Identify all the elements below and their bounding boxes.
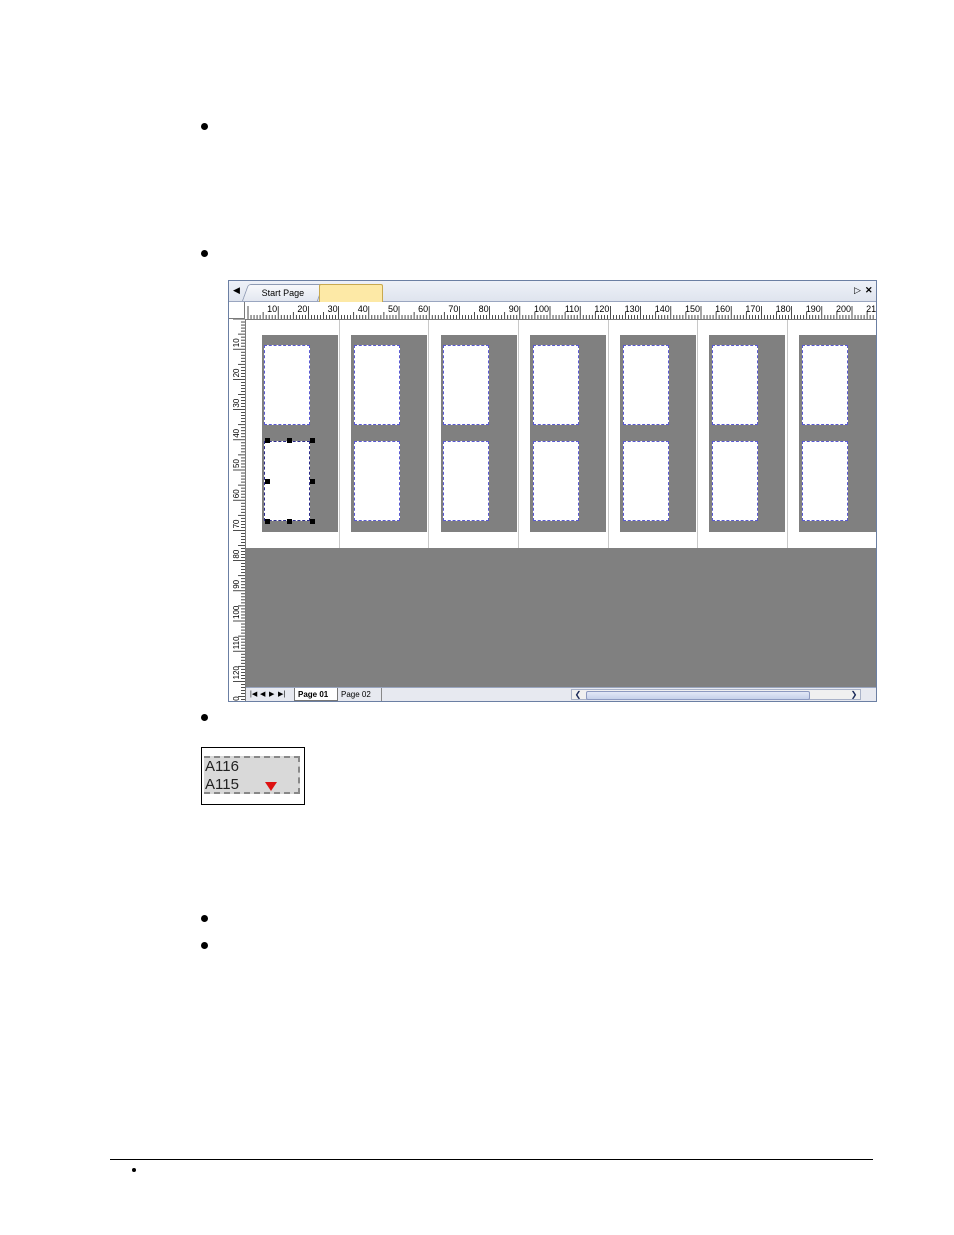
bullet-5 [201, 942, 208, 949]
resize-handle[interactable] [310, 438, 315, 443]
tab-active-document[interactable] [319, 284, 383, 302]
tab-page-02[interactable]: Page 02 [338, 688, 382, 701]
ruler-label: 190 [806, 304, 821, 314]
ruler-label: 40 [358, 304, 368, 314]
scroll-right-icon[interactable]: ❯ [848, 690, 860, 699]
tab-scroll-left-icon[interactable]: ◀ [233, 285, 240, 295]
ruler-label: 130 [625, 304, 640, 314]
vertical-ruler: 10 20 30 40 50 60 70 80 90 100 110 120 130 [229, 319, 246, 701]
page-area [246, 320, 876, 548]
ruler-label: 120 [232, 666, 241, 680]
ruler-label: 70 [232, 519, 241, 528]
ruler-label: 160 [715, 304, 730, 314]
ruler-label: 170 [745, 304, 760, 314]
label-box[interactable] [533, 441, 579, 521]
horizontal-ruler: 10 20 30 40 50 60 70 80 90 100 110 120 130 140 150 160 1… [245, 302, 876, 320]
label-box[interactable] [443, 441, 489, 521]
ruler-label: 30 [328, 304, 338, 314]
label-box[interactable] [354, 345, 400, 425]
column-separator [787, 320, 788, 548]
tab-scroll-right-icon[interactable]: ▷ [854, 285, 861, 295]
inset-text-line-1: A116 [205, 758, 239, 775]
ruler-label: 110 [565, 304, 579, 314]
ruler-label: 140 [655, 304, 670, 314]
label-box[interactable] [802, 345, 848, 425]
horizontal-scrollbar[interactable]: ❮ ❯ [571, 689, 861, 700]
ruler-label: 60 [418, 304, 428, 314]
ruler-label: 80 [479, 304, 489, 314]
ruler-label: 100 [232, 605, 241, 619]
zoomed-label-inset: A116 A115 [201, 747, 305, 805]
resize-handle[interactable] [287, 519, 292, 524]
tab-start-page[interactable]: Start Page [241, 284, 325, 301]
ruler-corner [229, 302, 245, 319]
resize-handle[interactable] [310, 479, 315, 484]
footer-rule [110, 1159, 873, 1160]
label-box[interactable] [623, 441, 669, 521]
column-separator [518, 320, 519, 548]
last-page-icon[interactable]: ▶| [278, 690, 285, 699]
bullet-2 [201, 250, 208, 257]
document-tab-bar: ◀ Start Page ▷ ✕ [229, 281, 876, 302]
ruler-label: 90 [232, 579, 241, 588]
bullet-1 [201, 123, 208, 130]
resize-handle[interactable] [265, 519, 270, 524]
label-box[interactable] [623, 345, 669, 425]
column-separator [428, 320, 429, 548]
scrollbar-thumb[interactable] [586, 691, 810, 700]
page-navigation-bar: |◀ ◀ ▶ ▶| Page 01 Page 02 ❮ ❯ [246, 687, 876, 701]
ruler-label: 100 [534, 304, 549, 314]
ruler-label: 80 [232, 549, 241, 558]
label-box[interactable] [802, 441, 848, 521]
resize-handle[interactable] [265, 438, 270, 443]
ruler-label: 70 [448, 304, 458, 314]
ruler-label: 180 [776, 304, 791, 314]
tab-start-page-label: Start Page [261, 288, 304, 298]
resize-handle[interactable] [287, 438, 292, 443]
ruler-label: 110 [232, 636, 241, 649]
resize-handle[interactable] [265, 479, 270, 484]
label-box[interactable] [533, 345, 579, 425]
ruler-label: 210 [866, 304, 876, 314]
bullet-3 [201, 714, 208, 721]
label-box[interactable] [712, 345, 758, 425]
dropdown-triangle-icon[interactable] [265, 782, 277, 791]
ruler-label: 90 [509, 304, 519, 314]
bullet-4 [201, 915, 208, 922]
label-box-selected[interactable] [264, 441, 310, 521]
next-page-icon[interactable]: ▶ [269, 690, 274, 699]
ruler-label: 200 [836, 304, 851, 314]
ruler-label: 10 [267, 304, 277, 314]
column-separator [608, 320, 609, 548]
tab-page-01[interactable]: Page 01 [294, 688, 338, 701]
ruler-label: 10 [232, 338, 241, 347]
ruler-label: 50 [232, 459, 241, 468]
previous-page-icon[interactable]: ◀ [260, 690, 265, 699]
first-page-icon[interactable]: |◀ [250, 690, 257, 699]
inset-text-line-2: A115 [205, 776, 239, 793]
ruler-label: 30 [232, 398, 241, 407]
ruler-label: 120 [594, 304, 609, 314]
column-separator [339, 320, 340, 548]
ruler-label: 20 [232, 368, 241, 377]
ruler-label: 50 [388, 304, 398, 314]
column-separator [697, 320, 698, 548]
ruler-label: 40 [232, 428, 241, 437]
label-box[interactable] [354, 441, 400, 521]
ruler-label: 130 [232, 696, 241, 701]
resize-handle[interactable] [310, 519, 315, 524]
scroll-left-icon[interactable]: ❮ [572, 690, 584, 699]
ruler-label: 150 [685, 304, 700, 314]
label-designer-window: ◀ Start Page ▷ ✕ 10 20 30 40 50 60 70 80 90 100 11… [228, 280, 877, 702]
label-box[interactable] [264, 345, 310, 425]
ruler-label: 20 [297, 304, 307, 314]
close-icon[interactable]: ✕ [865, 285, 873, 295]
design-canvas[interactable] [246, 320, 876, 687]
footer-bullet [132, 1168, 136, 1172]
label-box[interactable] [443, 345, 489, 425]
ruler-label: 60 [232, 489, 241, 498]
label-box[interactable] [712, 441, 758, 521]
